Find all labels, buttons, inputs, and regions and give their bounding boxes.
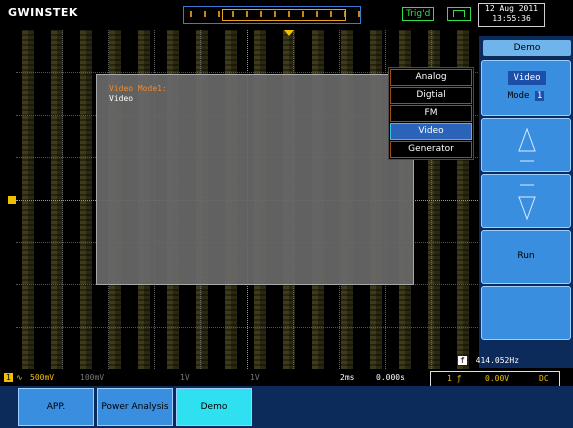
trigger-edge-icon [447,7,471,21]
frequency-readout: f 414.052Hz [458,356,519,365]
demo-mode-popup-menu: Analog Digtial FM Video Generator [388,67,474,160]
date-text: 12 Aug 2011 [485,4,538,13]
trigger-coupling: DC [539,374,549,383]
down-arrow-icon [518,184,536,221]
softkey-menu-title: Demo [483,40,571,56]
mode-value-box: Video [508,71,546,85]
trigger-level: 0.00V [485,374,510,383]
up-arrow-icon [518,127,536,162]
ch1-indicator: 1 [4,373,13,382]
popup-item-fm[interactable]: FM [390,105,472,122]
horizontal-position: 0.000s [376,373,405,382]
brand-logo: GWINSTEK [8,6,78,19]
trigger-position-marker-icon[interactable] [284,30,294,36]
popup-item-generator[interactable]: Generator [390,141,472,158]
timebase: 2ms [340,373,355,382]
ch1-ground-marker-icon[interactable] [8,196,16,204]
popup-item-video[interactable]: Video [390,123,472,140]
run-softkey[interactable]: Run [481,230,571,284]
time-text: 13:55:36 [492,14,531,23]
datetime-display: 12 Aug 2011 13:55:36 [478,3,545,27]
power-analysis-button[interactable]: Power Analysis [97,388,173,426]
ch4-scale: 1V [250,373,260,382]
mode-number: 1 [534,91,545,101]
top-status-bar: GWINSTEK Trig'd 12 Aug 2011 13:55:36 [0,0,573,28]
scroll-up-softkey[interactable] [481,118,571,172]
mode-number-label: Mode 1 [507,91,545,101]
popup-item-analog[interactable]: Analog [390,69,472,86]
scroll-down-softkey[interactable] [481,174,571,228]
demo-info-window: Video Mode1: Video [96,74,414,285]
empty-softkey[interactable] [481,286,571,340]
ch3-scale: 1V [180,373,190,382]
trigger-source-icon: 1 ƒ [447,374,462,383]
demo-window-subtitle: Video [109,94,134,103]
frequency-value: 414.052Hz [475,356,520,365]
memory-bar [183,6,361,24]
app-button[interactable]: APP. [18,388,94,426]
trigger-status: Trig'd [402,7,435,21]
ch1-coupling-icon: ∿ [16,373,23,382]
ch2-scale: 100mV [80,373,105,382]
frequency-icon: f [458,356,467,365]
oscilloscope-screen: GWINSTEK Trig'd 12 Aug 2011 13:55:36 Vid… [0,0,573,428]
memory-view-window [222,9,346,21]
demo-window-title: Video Mode1: [109,84,167,93]
run-label: Run [517,251,535,261]
mode-softkey[interactable]: Video Mode 1 [481,60,571,116]
popup-item-digital[interactable]: Digtial [390,87,472,104]
demo-button[interactable]: Demo [176,388,252,426]
ch1-scale: 500mV [30,373,55,382]
